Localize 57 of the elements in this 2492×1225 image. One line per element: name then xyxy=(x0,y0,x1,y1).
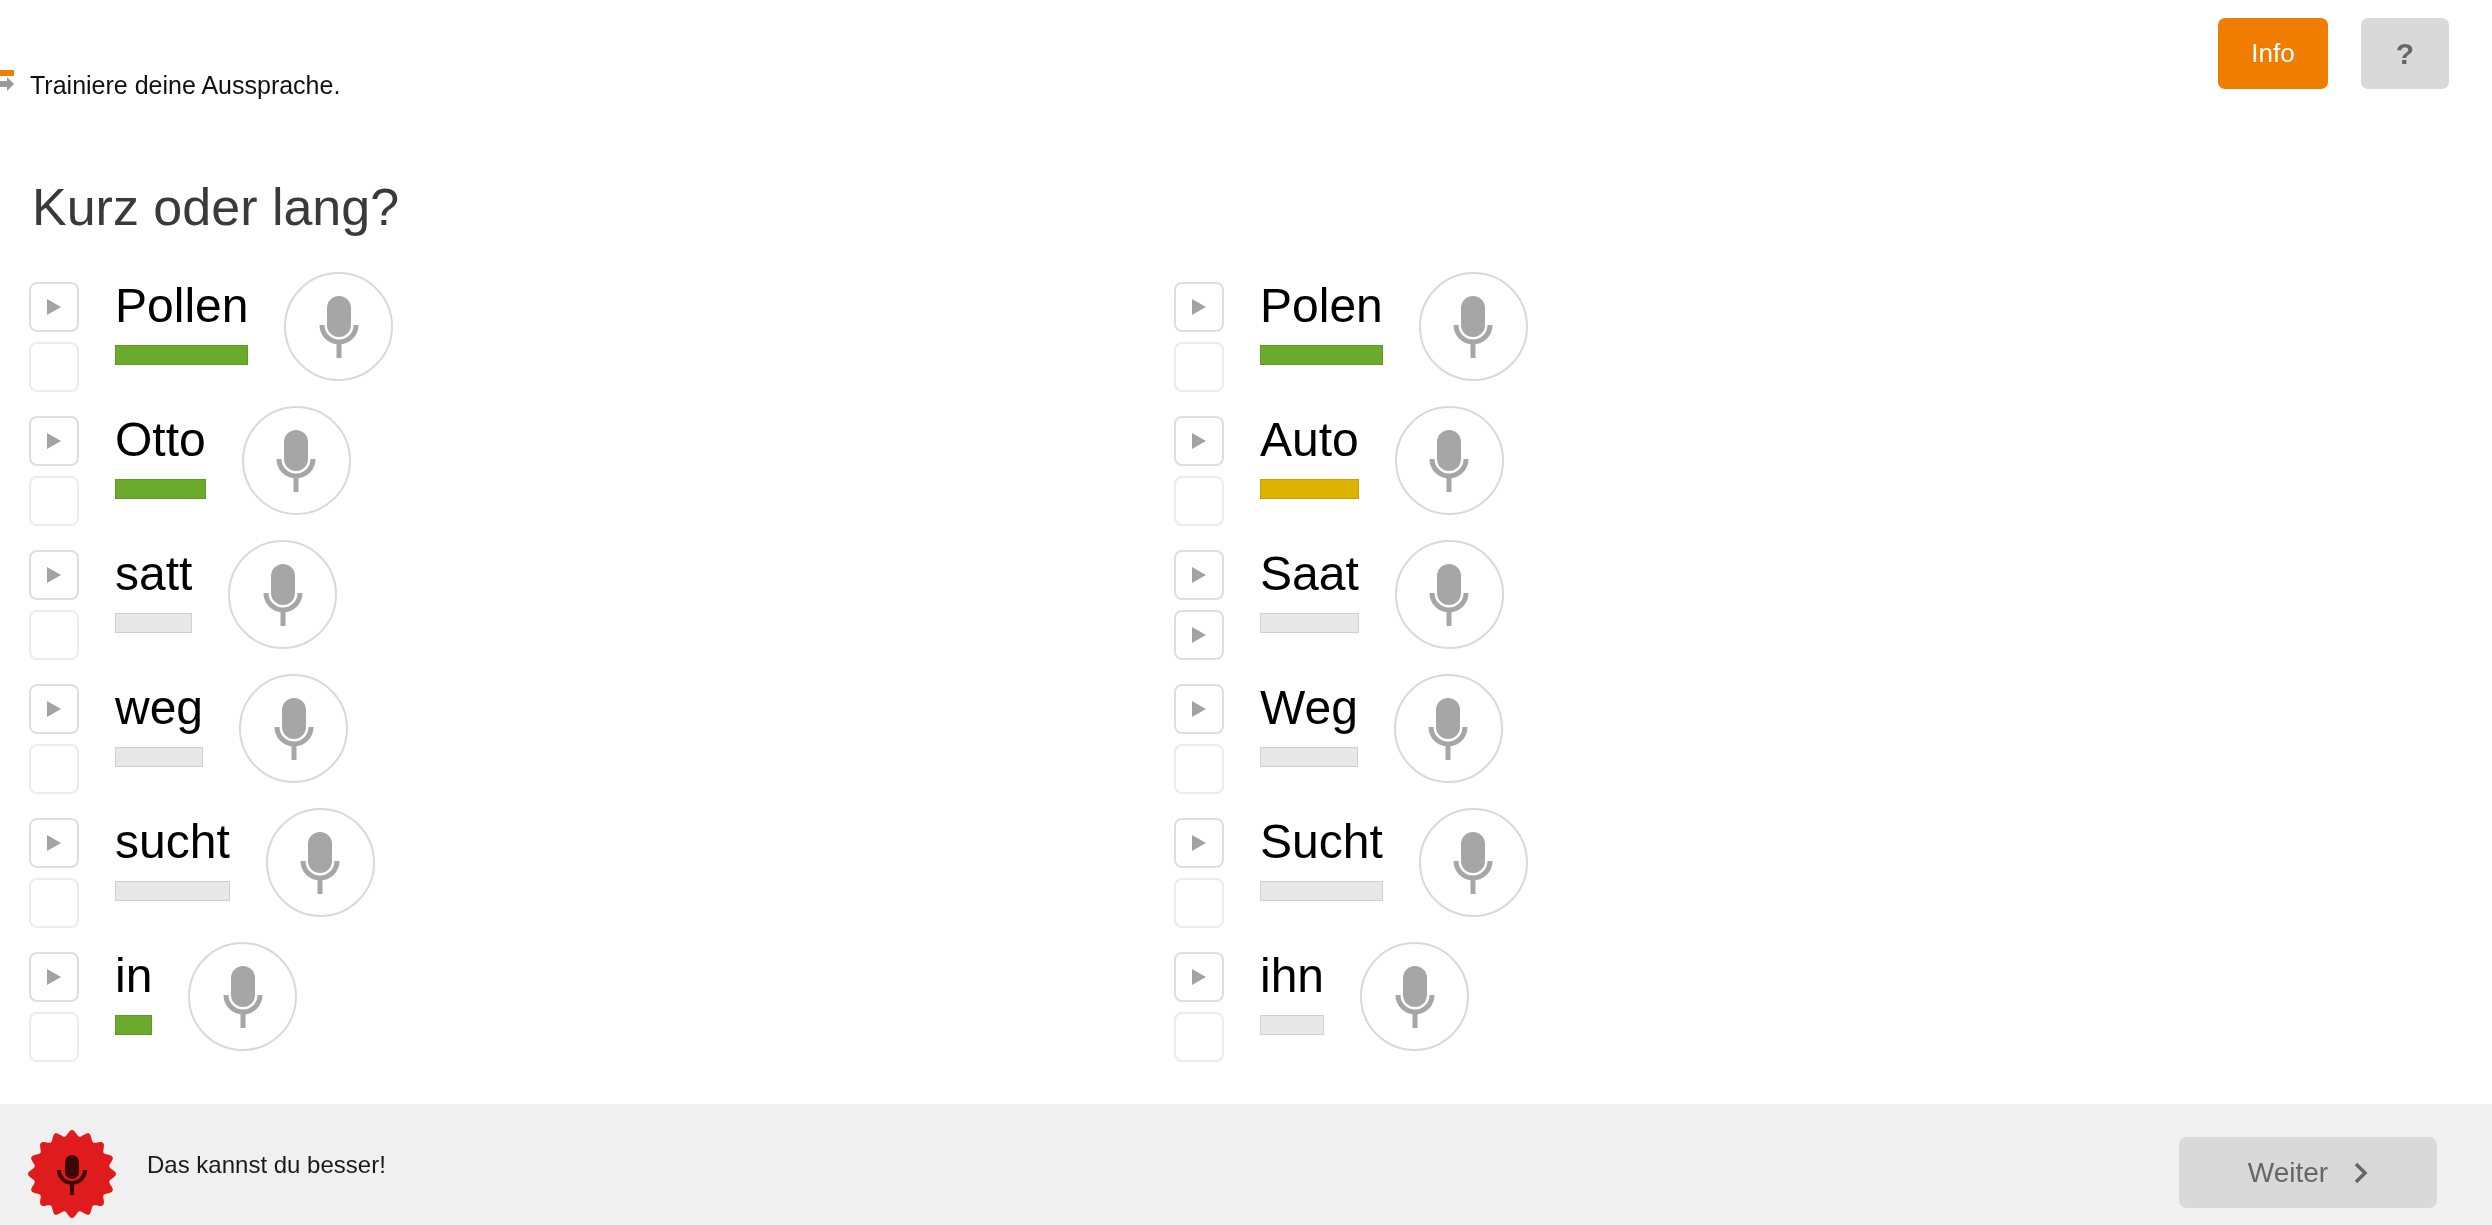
play-button[interactable] xyxy=(1174,818,1224,868)
microphone-icon xyxy=(1428,697,1469,760)
word-text: satt xyxy=(115,550,193,598)
word-text: Sucht xyxy=(1260,818,1383,866)
info-button[interactable]: Info xyxy=(2218,18,2328,89)
microphone-icon xyxy=(1429,563,1470,626)
play-icon xyxy=(1192,701,1206,717)
chevron-right-icon xyxy=(2354,1161,2369,1184)
play-button[interactable] xyxy=(1174,416,1224,466)
play-button[interactable] xyxy=(1174,684,1224,734)
play-icon xyxy=(1192,567,1206,583)
play-icon xyxy=(47,567,61,583)
play-icon xyxy=(1192,627,1206,643)
play-button[interactable] xyxy=(1174,282,1224,332)
play-button[interactable] xyxy=(29,550,79,600)
play-button[interactable] xyxy=(29,818,79,868)
feedback-message: Das kannst du besser! xyxy=(147,1149,386,1180)
play-button[interactable] xyxy=(1174,952,1224,1002)
word-text: weg xyxy=(115,684,204,732)
play-button[interactable] xyxy=(1174,550,1224,600)
play-icon xyxy=(1192,299,1206,315)
word-text: Weg xyxy=(1260,684,1358,732)
word-text: Pollen xyxy=(115,282,249,330)
play-icon xyxy=(47,969,61,985)
microphone-icon xyxy=(1453,831,1494,894)
microphone-icon xyxy=(1429,429,1470,492)
arrow-icon xyxy=(0,70,14,94)
microphone-icon xyxy=(276,429,317,492)
play-button[interactable] xyxy=(29,684,79,734)
play-icon xyxy=(47,701,61,717)
word-text: Saat xyxy=(1260,550,1359,598)
microphone-icon xyxy=(300,831,341,894)
recording-play-button[interactable] xyxy=(1174,610,1224,660)
microphone-icon xyxy=(1453,295,1494,358)
word-text: sucht xyxy=(115,818,230,866)
play-icon xyxy=(1192,433,1206,449)
help-button[interactable]: ? xyxy=(2361,18,2449,89)
microphone-icon xyxy=(1394,965,1435,1028)
instruction-text: Trainiere deine Aussprache. xyxy=(30,73,341,98)
word-text: Polen xyxy=(1260,282,1383,330)
word-text: in xyxy=(115,952,153,1000)
play-button[interactable] xyxy=(29,952,79,1002)
play-icon xyxy=(47,299,61,315)
word-text: ihn xyxy=(1260,952,1325,1000)
play-icon xyxy=(47,433,61,449)
microphone-icon xyxy=(273,697,314,760)
play-icon xyxy=(1192,835,1206,851)
play-icon xyxy=(1192,969,1206,985)
microphone-badge-icon xyxy=(28,1130,116,1218)
microphone-icon xyxy=(262,563,303,626)
play-button[interactable] xyxy=(29,416,79,466)
microphone-icon xyxy=(318,295,359,358)
word-text: Auto xyxy=(1260,416,1359,464)
microphone-icon xyxy=(222,965,263,1028)
play-button[interactable] xyxy=(29,282,79,332)
word-text: Otto xyxy=(115,416,206,464)
play-icon xyxy=(47,835,61,851)
